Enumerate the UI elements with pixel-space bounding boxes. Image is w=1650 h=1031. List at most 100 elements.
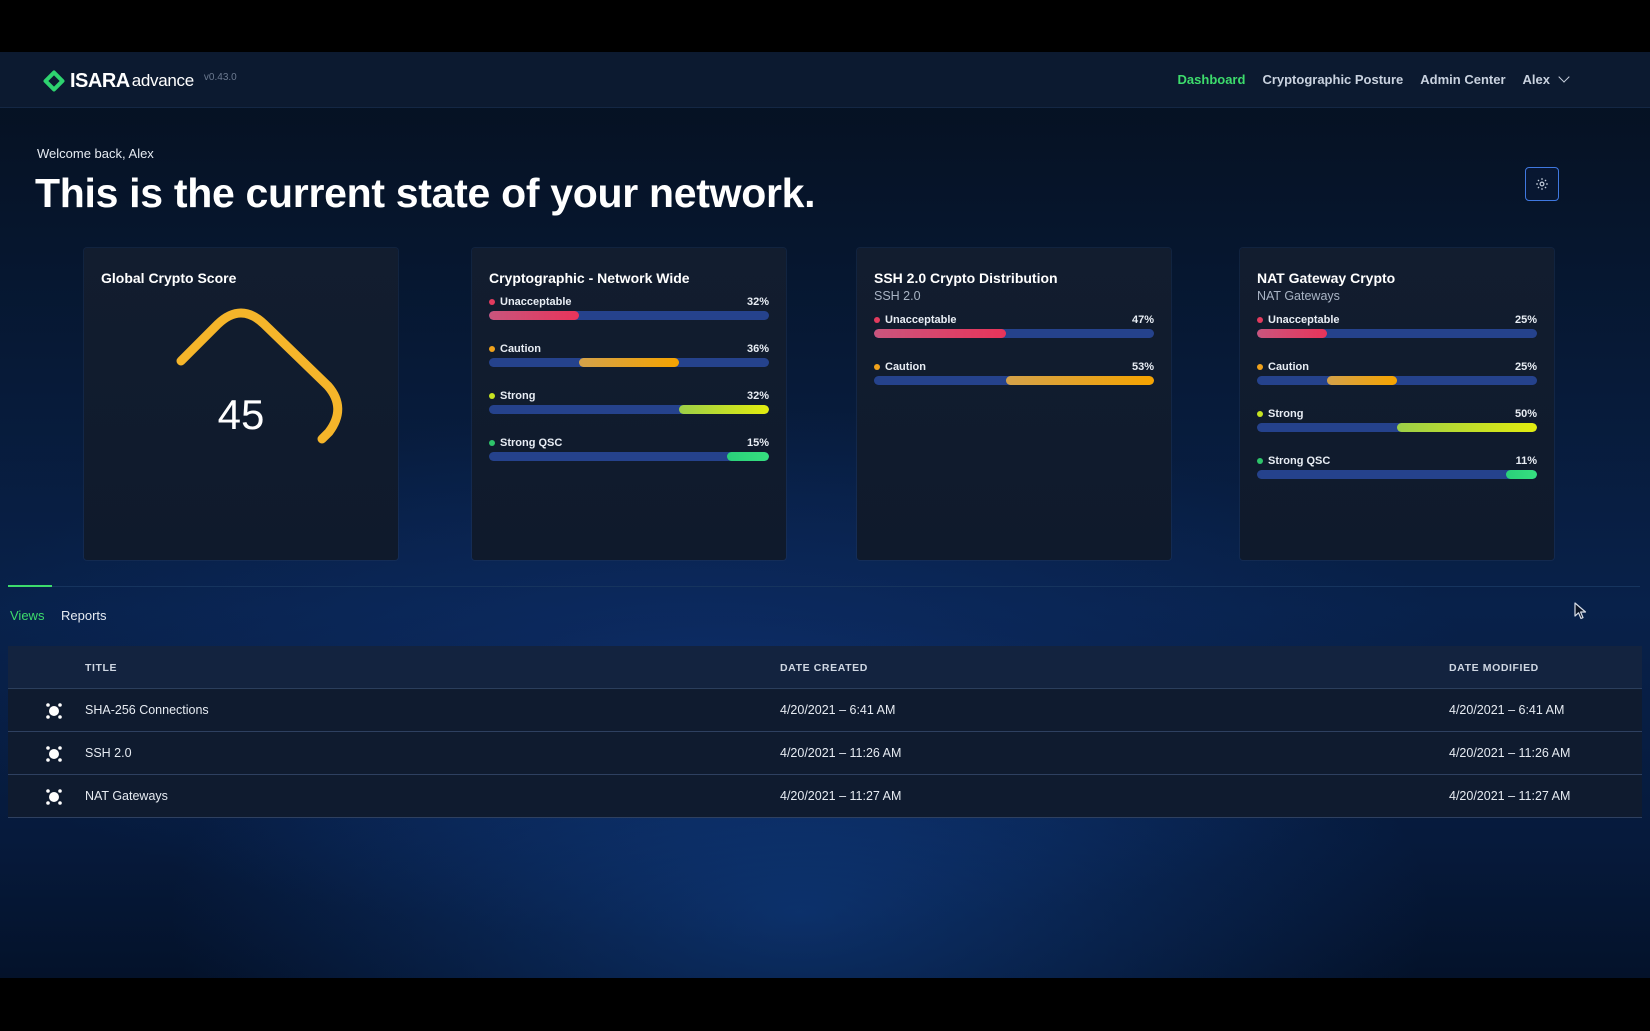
card-title: SSH 2.0 Crypto Distribution <box>874 270 1058 286</box>
view-node-icon <box>46 746 62 762</box>
version-label: v0.43.0 <box>203 71 237 83</box>
bar-track <box>1257 423 1537 432</box>
bar-row-unacceptable: Unacceptable 32% <box>489 296 769 343</box>
letterbox-bottom <box>0 978 1650 1031</box>
bar-label: Strong QSC <box>500 437 563 449</box>
bar-row-caution: Caution 53% <box>874 361 1154 408</box>
status-dot-icon <box>874 364 880 370</box>
bar-label: Strong QSC <box>1268 455 1331 467</box>
bar-percent: 53% <box>1131 361 1154 373</box>
bar-fill <box>1005 376 1154 385</box>
bar-fill <box>1397 423 1537 432</box>
bar-percent: 11% <box>1515 455 1537 467</box>
nav-dashboard[interactable]: Dashboard <box>1178 72 1246 87</box>
row-date-created: 4/20/2021 – 11:27 AM <box>780 789 902 803</box>
status-dot-icon <box>1257 317 1263 323</box>
chevron-down-icon <box>1558 70 1570 83</box>
bar-row-unacceptable: Unacceptable 47% <box>874 314 1154 361</box>
isara-logo[interactable]: ISARA advance v0.43.0 <box>42 69 237 93</box>
brand-name: ISARA <box>70 69 130 92</box>
settings-button[interactable] <box>1525 167 1559 201</box>
bar-percent: 25% <box>1514 361 1537 373</box>
table-header: TITLE DATE CREATED DATE MODIFIED <box>8 646 1642 689</box>
nat-gateway-card[interactable]: NAT Gateway Crypto NAT Gateways Unaccept… <box>1240 248 1554 560</box>
bar-label: Caution <box>500 343 541 355</box>
bar-list: Unacceptable 32% Caution 36% Strong 32% … <box>489 296 769 484</box>
column-header-title[interactable]: TITLE <box>85 662 117 674</box>
view-node-icon <box>46 789 62 805</box>
card-title: NAT Gateway Crypto <box>1257 270 1396 286</box>
ssh-distribution-card[interactable]: SSH 2.0 Crypto Distribution SSH 2.0 Unac… <box>857 248 1171 560</box>
column-header-date-created[interactable]: DATE CREATED <box>780 662 868 674</box>
bar-track <box>489 311 769 320</box>
table-row[interactable]: SHA-256 Connections 4/20/2021 – 6:41 AM … <box>8 689 1642 732</box>
status-dot-icon <box>489 346 495 352</box>
bar-track <box>1257 376 1537 385</box>
bar-percent: 32% <box>746 390 769 402</box>
bar-row-strong-qsc: Strong QSC 15% <box>489 437 769 484</box>
bar-list: Unacceptable 25% Caution 25% Strong 50% … <box>1257 314 1537 502</box>
letterbox-top <box>0 0 1650 52</box>
bar-list: Unacceptable 47% Caution 53% <box>874 314 1154 408</box>
bar-fill <box>578 358 680 367</box>
row-date-modified: 4/20/2021 – 11:27 AM <box>1449 789 1571 803</box>
row-title[interactable]: SSH 2.0 <box>85 746 132 760</box>
status-dot-icon <box>489 393 495 399</box>
app-window: ISARA advance v0.43.0 Dashboard Cryptogr… <box>0 52 1650 978</box>
tab-divider <box>8 586 1640 587</box>
crypto-score-value: 45 <box>217 391 265 438</box>
brand-product: advance <box>131 71 194 90</box>
row-date-modified: 4/20/2021 – 11:26 AM <box>1449 746 1571 760</box>
status-dot-icon <box>1257 411 1263 417</box>
bar-row-strong-qsc: Strong QSC 11% <box>1257 455 1537 502</box>
bar-label: Caution <box>1268 361 1309 373</box>
global-crypto-score-card[interactable]: Global Crypto Score 45 <box>84 248 398 560</box>
bar-track <box>874 376 1154 385</box>
status-dot-icon <box>489 299 495 305</box>
bar-label: Unacceptable <box>500 296 572 308</box>
card-title: Cryptographic - Network Wide <box>489 270 690 286</box>
bar-percent: 25% <box>1514 314 1537 326</box>
gear-icon <box>1536 178 1548 190</box>
table-row[interactable]: SSH 2.0 4/20/2021 – 11:26 AM 4/20/2021 –… <box>8 732 1642 775</box>
bar-fill <box>727 452 769 461</box>
tab-views[interactable]: Views <box>10 608 44 623</box>
bar-fill <box>874 329 1006 338</box>
diamond-logo-icon <box>42 69 66 93</box>
views-table: TITLE DATE CREATED DATE MODIFIED SHA-256… <box>8 646 1642 818</box>
view-node-icon <box>46 703 62 719</box>
bar-label: Unacceptable <box>1268 314 1340 326</box>
main-nav: Dashboard Cryptographic Posture Admin Ce… <box>1178 70 1570 87</box>
row-title[interactable]: SHA-256 Connections <box>85 703 209 717</box>
table-row[interactable]: NAT Gateways 4/20/2021 – 11:27 AM 4/20/2… <box>8 775 1642 818</box>
bar-track <box>489 358 769 367</box>
bar-track <box>1257 329 1537 338</box>
bar-fill <box>1257 329 1327 338</box>
bar-track <box>1257 470 1537 479</box>
page-title: This is the current state of your networ… <box>35 170 816 216</box>
row-date-created: 4/20/2021 – 6:41 AM <box>780 703 896 717</box>
network-wide-card[interactable]: Cryptographic - Network Wide Unacceptabl… <box>472 248 786 560</box>
bar-fill <box>1327 376 1397 385</box>
nav-admin-center[interactable]: Admin Center <box>1420 72 1505 87</box>
status-dot-icon <box>1257 364 1263 370</box>
row-title[interactable]: NAT Gateways <box>85 789 168 803</box>
card-subtitle: SSH 2.0 <box>874 289 921 303</box>
nav-cryptographic-posture[interactable]: Cryptographic Posture <box>1262 72 1403 87</box>
bar-fill <box>1506 470 1537 479</box>
status-dot-icon <box>489 440 495 446</box>
user-menu[interactable]: Alex <box>1523 70 1570 87</box>
tab-reports[interactable]: Reports <box>61 608 107 623</box>
bar-row-unacceptable: Unacceptable 25% <box>1257 314 1537 361</box>
mouse-cursor-icon <box>1574 602 1587 620</box>
bar-label: Unacceptable <box>885 314 957 326</box>
bar-percent: 32% <box>746 296 769 308</box>
status-dot-icon <box>1257 458 1263 464</box>
bar-row-strong: Strong 32% <box>489 390 769 437</box>
row-date-modified: 4/20/2021 – 6:41 AM <box>1449 703 1565 717</box>
active-tab-indicator <box>8 585 52 587</box>
column-header-date-modified[interactable]: DATE MODIFIED <box>1449 662 1539 674</box>
bar-label: Caution <box>885 361 926 373</box>
welcome-message: Welcome back, Alex <box>37 146 154 161</box>
bar-fill <box>489 311 579 320</box>
